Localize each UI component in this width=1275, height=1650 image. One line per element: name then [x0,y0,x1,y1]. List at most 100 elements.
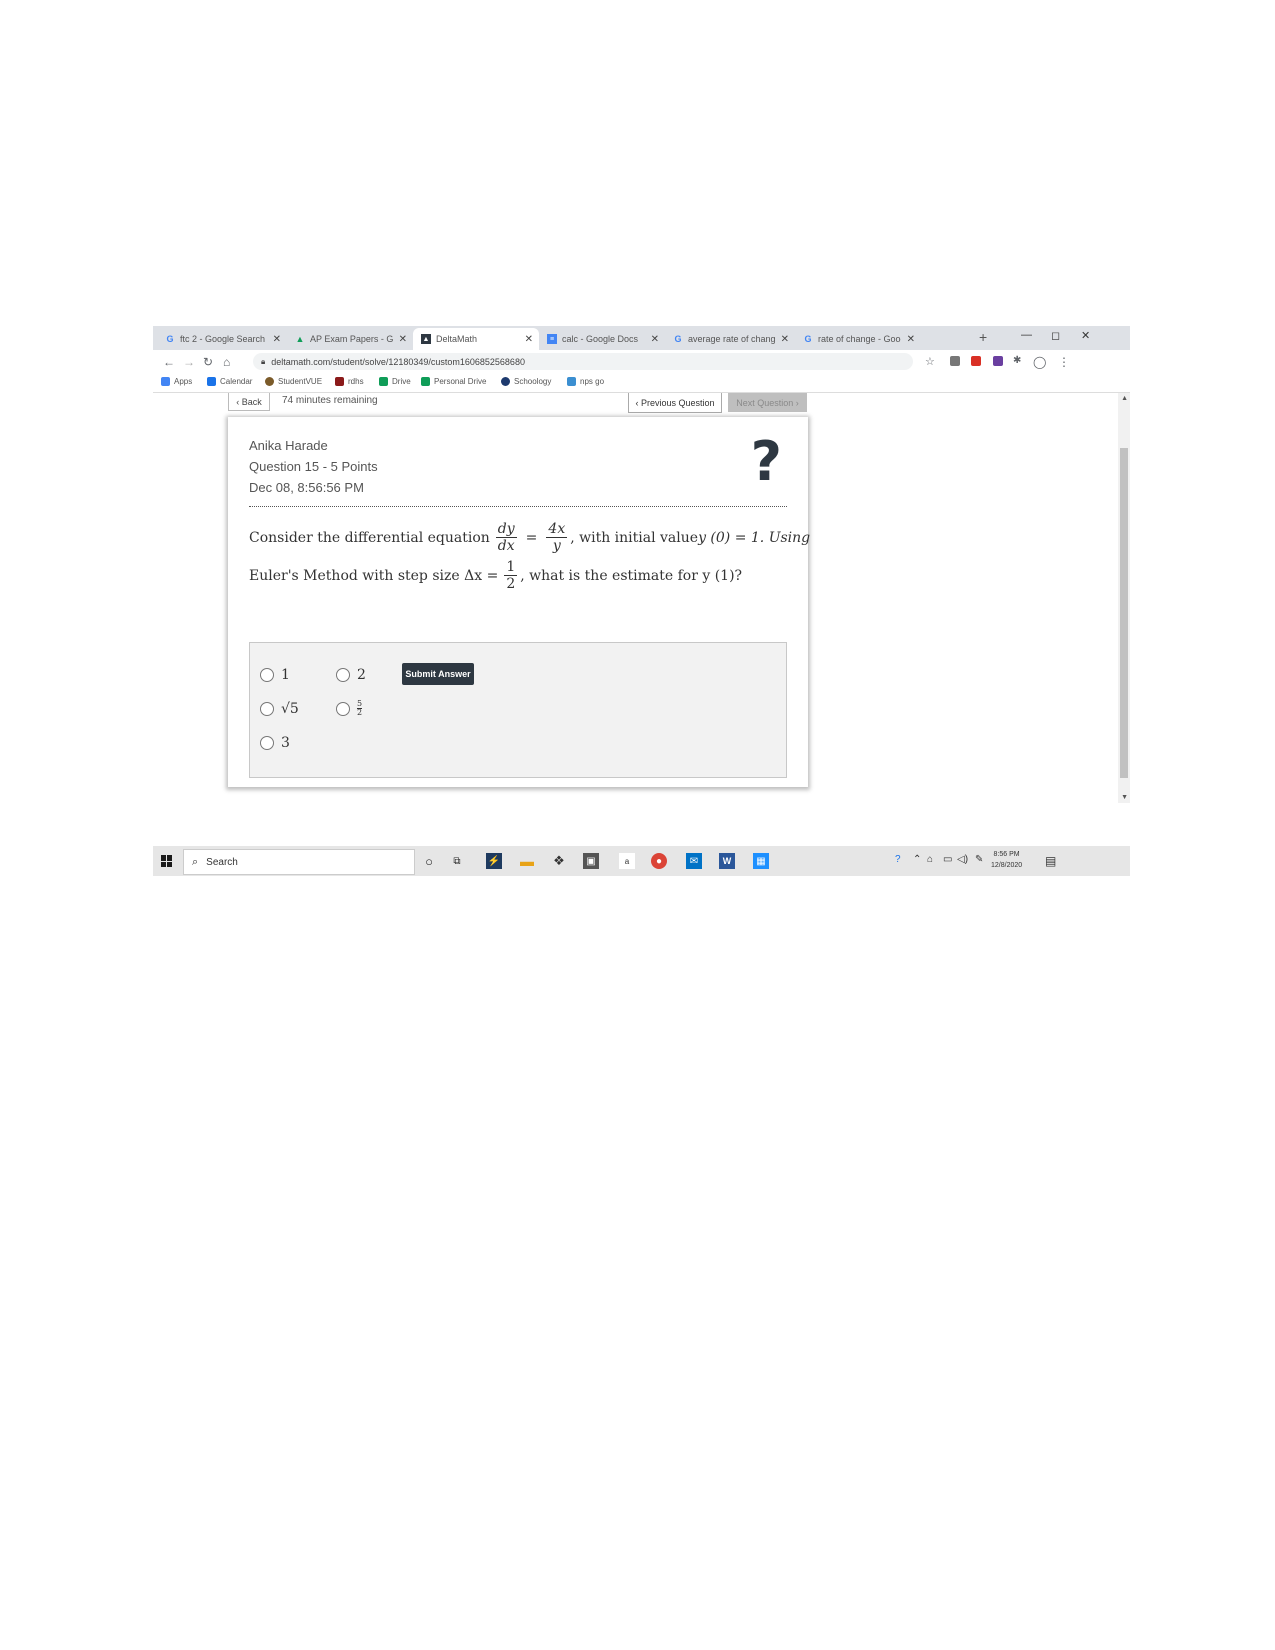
puzzle-icon[interactable]: ✱ [1013,355,1021,366]
minimize-button[interactable]: — [1021,329,1032,341]
deltamath-icon: ▲ [421,334,431,344]
question-card: Anika Harade Question 15 - 5 Points Dec … [228,417,811,787]
radio-button[interactable] [336,668,350,682]
google-icon: G [674,334,682,344]
scroll-up-icon[interactable]: ▲ [1121,395,1128,402]
new-tab-button[interactable]: + [979,329,987,345]
close-tab-icon[interactable]: ✕ [525,334,533,345]
question-number: Question 15 - 5 Points [249,459,378,474]
close-tab-icon[interactable]: ✕ [273,334,281,345]
tab-strip: G ftc 2 - Google Search ✕ ▲ AP Exam Pape… [153,326,1130,350]
student-name: Anika Harade [249,438,328,453]
taskbar: ⌕ Search ○ ⧉ ⚡ ▬ ❖ ▣ a ● ✉ W ▦ ? ⌃ ⌂ ▭ ◁… [153,846,1130,876]
answer-option-2[interactable]: 2 [336,667,366,683]
star-icon[interactable]: ☆ [925,355,935,368]
tab-ftc2-search[interactable]: G ftc 2 - Google Search ✕ [157,328,287,350]
calculator-icon[interactable]: ▦ [753,853,769,869]
notifications-icon[interactable]: ▤ [1045,854,1056,868]
bookmark-calendar[interactable]: Calendar [207,377,252,386]
task-view-icon[interactable]: ⧉ [449,853,465,869]
question-line-1: Consider the differential equation dy dx… [249,521,811,554]
app-icon[interactable]: ⚡ [486,853,502,869]
bookmark-schoology[interactable]: Schoology [501,377,551,386]
volume-icon[interactable]: ◁) [957,854,968,865]
answer-option-sqrt5[interactable]: √5 [260,701,299,717]
restore-button[interactable]: ◻ [1051,329,1060,342]
question-datetime: Dec 08, 8:56:56 PM [249,480,364,495]
tab-ap-exam-papers[interactable]: ▲ AP Exam Papers - Goog ✕ [287,328,413,350]
windows-start-icon[interactable] [161,855,173,867]
submit-answer-button[interactable]: Submit Answer [402,663,474,685]
radio-button[interactable] [336,701,350,716]
drive-icon [379,377,388,386]
radio-button[interactable] [260,668,274,682]
back-arrow-icon[interactable]: ← [163,355,175,369]
network-icon[interactable]: ⌂ [927,854,933,865]
help-icon[interactable]: ? [751,435,782,489]
forward-arrow-icon[interactable]: → [183,355,195,369]
previous-question-button[interactable]: ‹ Previous Question [628,393,722,413]
tab-deltamath[interactable]: ▲ DeltaMath ✕ [413,328,539,350]
scroll-down-icon[interactable]: ▼ [1121,794,1128,801]
reload-icon[interactable]: ↻ [203,355,213,369]
screenshot: G ftc 2 - Google Search ✕ ▲ AP Exam Pape… [153,326,1130,876]
mail-icon[interactable]: ✉ [686,853,702,869]
apps-grid-icon [161,377,170,386]
url-bar[interactable]: 🔒︎ deltamath.com/student/solve/12180349/… [253,353,913,370]
divider [249,506,787,507]
amazon-icon[interactable]: a [619,853,635,869]
search-icon: ⌕ [192,855,199,868]
bookmark-nps-go[interactable]: nps go [567,377,604,386]
close-tab-icon[interactable]: ✕ [651,334,659,345]
close-window-button[interactable]: ✕ [1081,329,1090,342]
extension-icon[interactable] [971,356,981,366]
google-icon: G [166,334,174,344]
help-tray-icon[interactable]: ? [895,854,901,865]
scroll-thumb[interactable] [1120,448,1128,778]
extension-icon[interactable] [993,356,1003,366]
pen-icon[interactable]: ✎ [975,854,983,865]
tab-calc-docs[interactable]: ≡ calc - Google Docs ✕ [539,328,665,350]
bookmark-rdhs[interactable]: rdhs [335,377,364,386]
chrome-icon[interactable]: ● [651,853,667,869]
tab-average-rate[interactable]: G average rate of change ✕ [665,328,795,350]
system-clock[interactable]: 8:56 PM 12/8/2020 [991,849,1022,871]
radio-button[interactable] [260,736,274,750]
word-icon[interactable]: W [719,853,735,869]
dropbox-icon[interactable]: ❖ [551,853,567,869]
tab-rate-of-change[interactable]: G rate of change - Googl ✕ [795,328,921,350]
cortana-icon[interactable]: ○ [421,853,437,869]
docs-icon: ≡ [547,334,557,344]
question-nav: ‹ Back 74 minutes remaining ‹ Previous Q… [228,393,808,413]
drive-icon [421,377,430,386]
back-button[interactable]: ‹ Back [228,393,270,411]
profile-icon[interactable]: ◯ [1033,355,1046,369]
battery-icon[interactable]: ▭ [943,854,952,865]
next-question-button[interactable]: Next Question › [728,393,807,412]
close-tab-icon[interactable]: ✕ [781,334,789,345]
step-size-fraction: 1 2 [504,559,518,592]
answer-option-3[interactable]: 3 [260,735,290,751]
calendar-icon [207,377,216,386]
taskbar-search[interactable]: ⌕ Search [183,849,415,875]
chevron-up-icon[interactable]: ⌃ [913,854,921,865]
extension-icon[interactable] [950,356,960,366]
answer-option-5-over-2[interactable]: 5 2 [336,700,363,717]
bookmark-studentvue[interactable]: StudentVUE [265,377,322,386]
page-content: ‹ Back 74 minutes remaining ‹ Previous Q… [153,393,1130,803]
home-icon[interactable]: ⌂ [223,355,230,369]
schoology-icon [501,377,510,386]
bookmark-personal-drive[interactable]: Personal Drive [421,377,486,386]
student-info: Anika Harade Question 15 - 5 Points Dec … [249,435,378,498]
close-tab-icon[interactable]: ✕ [399,334,407,345]
menu-icon[interactable]: ⋮ [1058,355,1070,369]
file-explorer-icon[interactable]: ▬ [519,853,535,869]
close-tab-icon[interactable]: ✕ [907,334,915,345]
scrollbar[interactable]: ▲ ▼ [1118,393,1130,803]
bookmark-apps[interactable]: Apps [161,377,192,386]
time-remaining: 74 minutes remaining [282,395,378,406]
radio-button[interactable] [260,702,274,716]
answer-option-1[interactable]: 1 [260,667,290,683]
store-icon[interactable]: ▣ [583,853,599,869]
bookmark-drive[interactable]: Drive [379,377,411,386]
